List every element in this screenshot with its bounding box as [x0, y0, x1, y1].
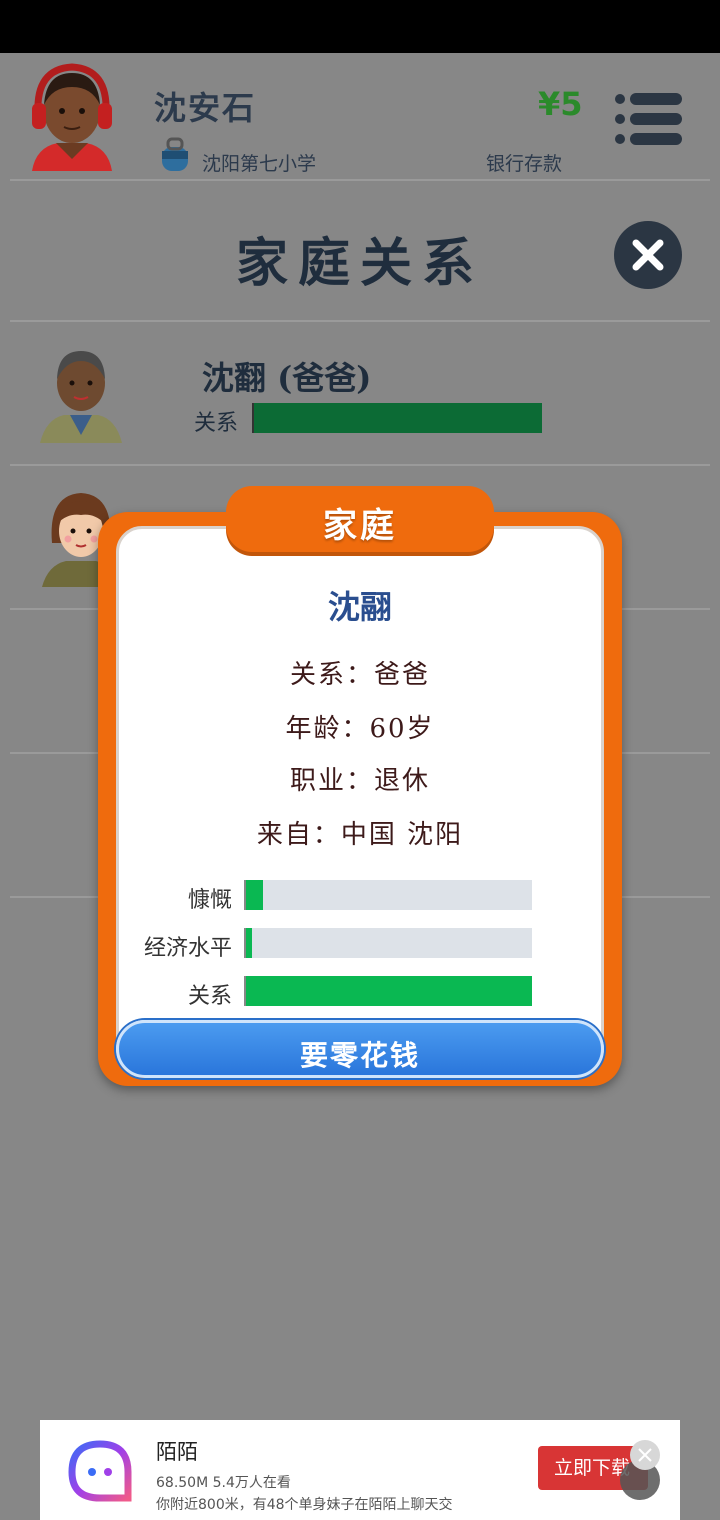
ad-title: 陌陌 [156, 1440, 198, 1464]
ask-pocket-money-label: 要零花钱 [299, 1039, 420, 1072]
ad-subtitle: 68.50M 5.4万人在看 [156, 1475, 291, 1491]
ad-banner[interactable]: 陌陌 68.50M 5.4万人在看 你附近800米，有48个单身妹子在陌陌上聊天… [40, 1420, 680, 1520]
generosity-label: 慷慨 [187, 888, 232, 913]
ad-close-button[interactable] [630, 1440, 660, 1470]
job-info: 职业：退休 [289, 766, 430, 796]
economic-level-label: 经济水平 [143, 936, 232, 961]
economic-level-bar-fill [246, 928, 252, 958]
ad-description: 你附近800米，有48个单身妹子在陌陌上聊天交 [156, 1497, 453, 1513]
age-info: 年龄：60岁 [285, 714, 435, 744]
relationship-bar-fill [246, 976, 532, 1006]
dialog-member-name: 沈翮 [327, 588, 392, 626]
dialog-header-tab: 家庭 [226, 486, 494, 552]
generosity-bar [244, 880, 532, 910]
relationship-label: 关系 [187, 984, 232, 1009]
origin-info: 来自：中国 沈阳 [256, 820, 464, 850]
status-bar [0, 0, 720, 53]
close-icon [638, 1448, 652, 1462]
relationship-bar [244, 976, 532, 1006]
generosity-bar-fill [246, 880, 264, 910]
relation-info: 关系：爸爸 [289, 660, 430, 690]
momo-app-icon [68, 1440, 132, 1502]
economic-level-bar [244, 928, 532, 958]
dialog-tab-title: 家庭 [323, 506, 397, 546]
family-detail-dialog: 沈翮 关系：爸爸 年龄：60岁 职业：退休 来自：中国 沈阳 慷慨 经济水平 关… [98, 512, 622, 1086]
ask-pocket-money-button[interactable]: 要零花钱 [116, 1020, 604, 1078]
